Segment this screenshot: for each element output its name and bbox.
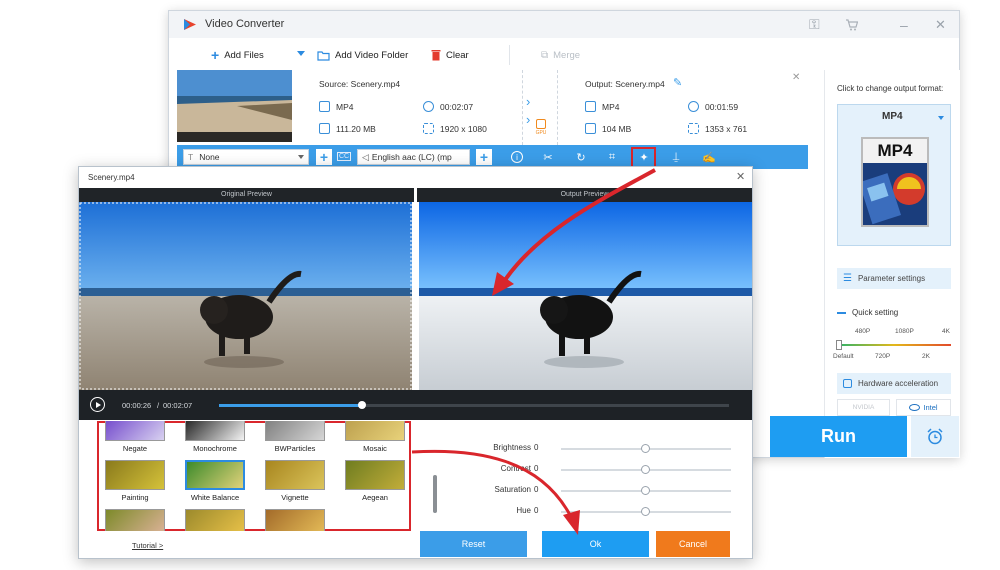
- annotation-arrows: [411, 168, 656, 535]
- arrow-to-ok-button: [411, 449, 572, 516]
- arrowhead-icon: [492, 272, 514, 296]
- arrow-to-output-preview: [503, 168, 656, 282]
- arrowhead-icon: [563, 510, 580, 535]
